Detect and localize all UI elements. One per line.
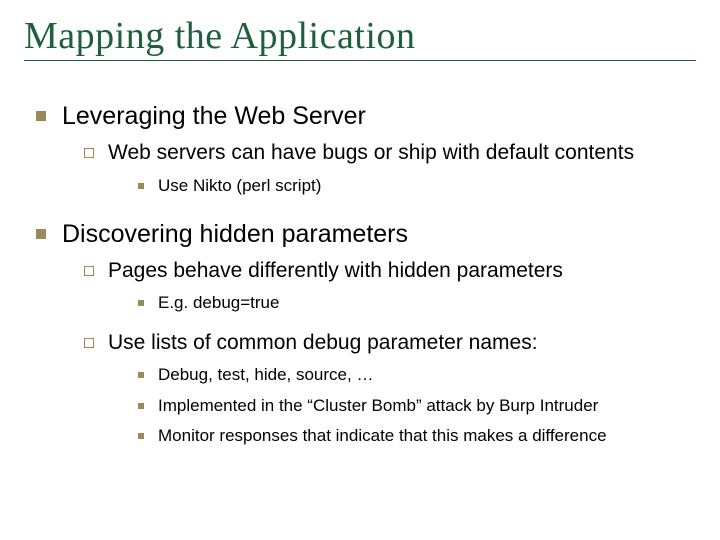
slide: Mapping the Application Leveraging the W… — [0, 0, 720, 540]
bullet-text: Web servers can have bugs or ship with d… — [108, 140, 696, 166]
bullet-text: E.g. debug=true — [158, 292, 696, 314]
slide-body: Leveraging the Web Server Web servers ca… — [24, 101, 696, 447]
square-filled-icon — [36, 229, 46, 239]
bullet-l3: E.g. debug=true — [138, 292, 696, 314]
square-small-icon — [138, 403, 144, 409]
bullet-l1: Discovering hidden parameters — [36, 219, 696, 250]
square-small-icon — [138, 300, 144, 306]
bullet-text: Implemented in the “Cluster Bomb” attack… — [158, 395, 696, 417]
bullet-l2: Pages behave differently with hidden par… — [84, 258, 696, 284]
bullet-l3: Monitor responses that indicate that thi… — [138, 425, 696, 447]
slide-title: Mapping the Application — [24, 14, 696, 58]
bullet-l2: Use lists of common debug parameter name… — [84, 330, 696, 356]
square-outline-icon — [84, 266, 94, 276]
bullet-text: Pages behave differently with hidden par… — [108, 258, 696, 284]
title-underline — [24, 60, 696, 61]
bullet-l1: Leveraging the Web Server — [36, 101, 696, 132]
bullet-text: Discovering hidden parameters — [62, 219, 696, 250]
bullet-text: Use Nikto (perl script) — [158, 175, 696, 197]
bullet-text: Monitor responses that indicate that thi… — [158, 425, 696, 447]
square-small-icon — [138, 433, 144, 439]
square-small-icon — [138, 372, 144, 378]
bullet-l3: Implemented in the “Cluster Bomb” attack… — [138, 395, 696, 417]
bullet-l2: Web servers can have bugs or ship with d… — [84, 140, 696, 166]
bullet-text: Leveraging the Web Server — [62, 101, 696, 132]
bullet-l3: Debug, test, hide, source, … — [138, 364, 696, 386]
square-filled-icon — [36, 111, 46, 121]
bullet-text: Use lists of common debug parameter name… — [108, 330, 696, 356]
bullet-l3: Use Nikto (perl script) — [138, 175, 696, 197]
square-small-icon — [138, 183, 144, 189]
square-outline-icon — [84, 148, 94, 158]
bullet-text: Debug, test, hide, source, … — [158, 364, 696, 386]
square-outline-icon — [84, 338, 94, 348]
